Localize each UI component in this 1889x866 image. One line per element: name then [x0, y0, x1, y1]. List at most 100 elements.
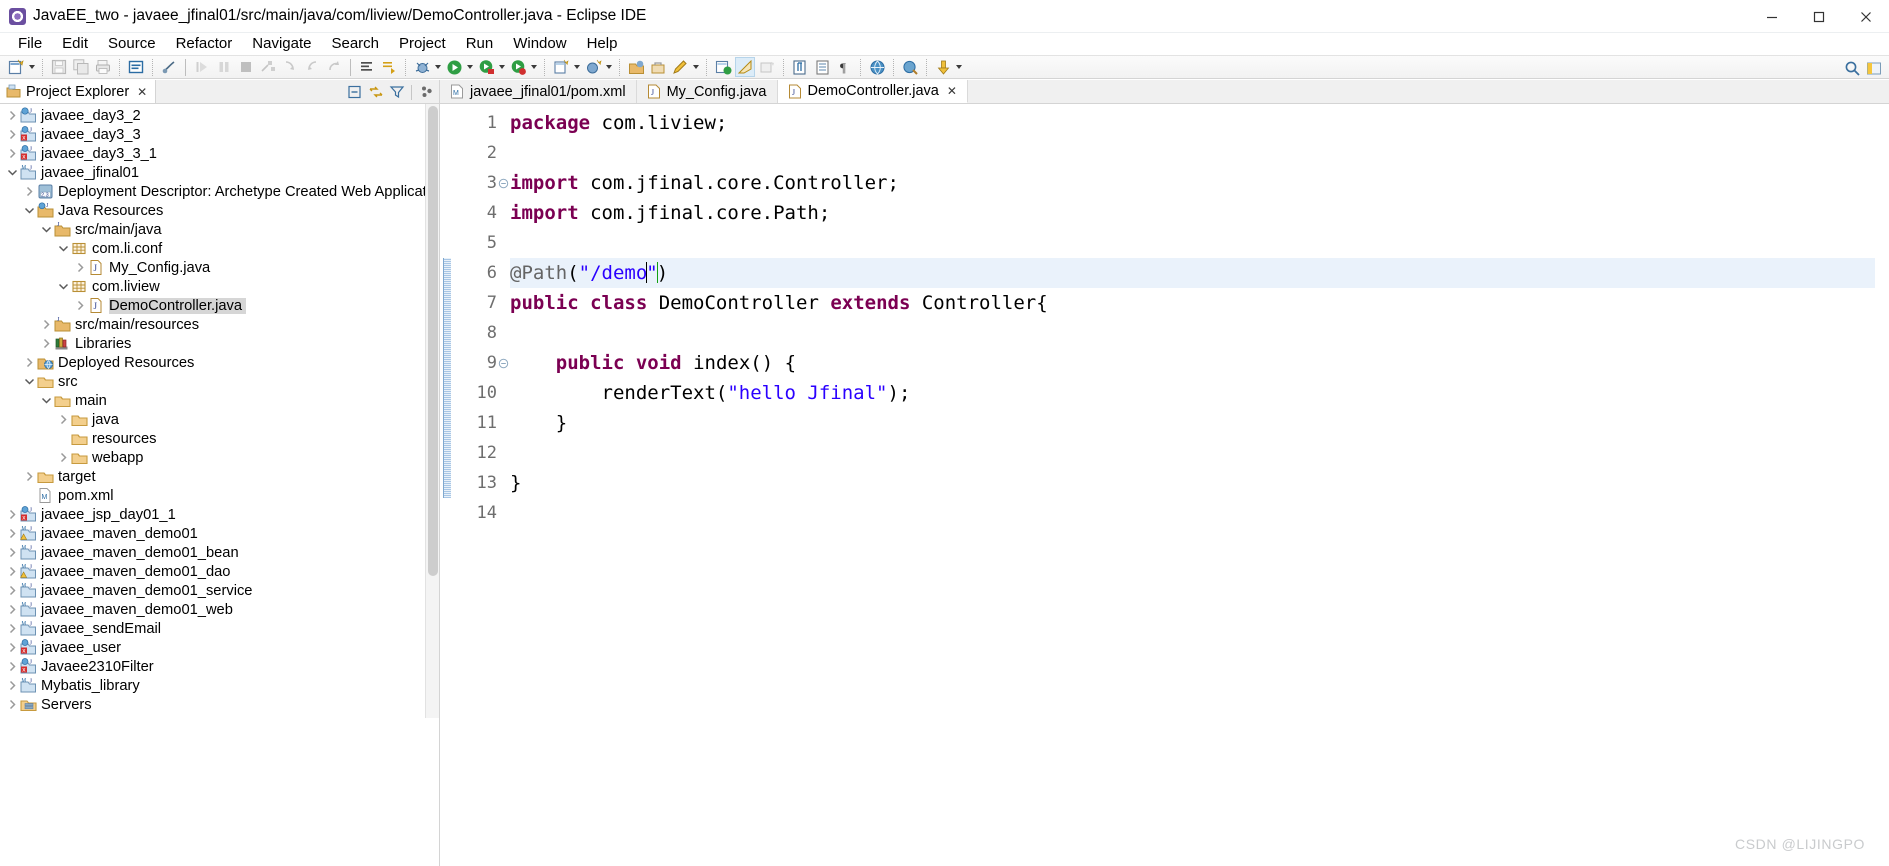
- menu-navigate[interactable]: Navigate: [242, 34, 321, 54]
- tree-item[interactable]: webapp: [0, 448, 439, 467]
- tree-item[interactable]: com.li.conf: [0, 239, 439, 258]
- tree-item[interactable]: Jx javaee_user: [0, 638, 439, 657]
- new-java-class-dropdown-icon[interactable]: [604, 57, 613, 77]
- toggle-mark-occurrences-icon[interactable]: [126, 57, 146, 77]
- chevron-right-icon[interactable]: [4, 562, 20, 581]
- menu-edit[interactable]: Edit: [52, 34, 98, 54]
- collapse-all-icon[interactable]: [345, 83, 364, 102]
- close-icon[interactable]: ✕: [947, 84, 957, 98]
- tree-item[interactable]: J My_Config.java: [0, 258, 439, 277]
- code-line[interactable]: [510, 138, 1889, 168]
- chevron-down-icon[interactable]: [55, 239, 71, 258]
- java-browsing-icon[interactable]: [713, 57, 733, 77]
- code-line[interactable]: package com.liview;: [510, 108, 1889, 138]
- tree-item[interactable]: Mpom.xml: [0, 486, 439, 505]
- debug-dropdown-icon[interactable]: [433, 57, 442, 77]
- code-line[interactable]: }: [510, 468, 1889, 498]
- open-perspective-dim-icon[interactable]: [757, 57, 777, 77]
- coverage-dropdown-icon[interactable]: [529, 57, 538, 77]
- chevron-right-icon[interactable]: [72, 296, 88, 315]
- coverage-icon[interactable]: [508, 57, 528, 77]
- chevron-down-icon[interactable]: [38, 391, 54, 410]
- new-wizard-dropdown-icon[interactable]: [27, 57, 36, 77]
- chevron-right-icon[interactable]: [4, 106, 20, 125]
- tree-item[interactable]: J Java Resources: [0, 201, 439, 220]
- chevron-right-icon[interactable]: [4, 657, 20, 676]
- chevron-right-icon[interactable]: [21, 467, 37, 486]
- tree-item[interactable]: Jsrc/main/resources: [0, 315, 439, 334]
- menu-refactor[interactable]: Refactor: [166, 34, 243, 54]
- chevron-right-icon[interactable]: [21, 353, 37, 372]
- tree-item[interactable]: M Jjavaee_maven_demo01_dao: [0, 562, 439, 581]
- new-java-class-icon[interactable]: [583, 57, 603, 77]
- chevron-right-icon[interactable]: [4, 543, 20, 562]
- tree-item[interactable]: 2.3 Deployment Descriptor: Archetype Crea…: [0, 182, 439, 201]
- menu-project[interactable]: Project: [389, 34, 456, 54]
- chevron-right-icon[interactable]: [38, 315, 54, 334]
- tree-item[interactable]: com.liview: [0, 277, 439, 296]
- tree-item[interactable]: Jx javaee_day3_3_1: [0, 144, 439, 163]
- filter-icon[interactable]: [387, 83, 406, 102]
- chevron-right-icon[interactable]: [72, 258, 88, 277]
- pencil-dropdown-icon[interactable]: [691, 57, 700, 77]
- link-with-editor-icon[interactable]: [159, 57, 179, 77]
- run-icon[interactable]: [444, 57, 464, 77]
- chevron-right-icon[interactable]: [55, 448, 71, 467]
- code-line[interactable]: import com.jfinal.core.Path;: [510, 198, 1889, 228]
- chevron-down-icon[interactable]: [21, 201, 37, 220]
- chevron-right-icon[interactable]: [4, 600, 20, 619]
- chevron-right-icon[interactable]: [4, 695, 20, 714]
- close-icon[interactable]: [1842, 0, 1889, 33]
- minimize-icon[interactable]: [1748, 0, 1795, 33]
- code-line[interactable]: [510, 438, 1889, 468]
- tree-item[interactable]: main: [0, 391, 439, 410]
- code-line[interactable]: public void index() {: [510, 348, 1889, 378]
- tab-project-explorer[interactable]: Project Explorer ✕: [0, 80, 157, 103]
- new-wizard-icon[interactable]: [6, 57, 26, 77]
- chevron-right-icon[interactable]: [55, 410, 71, 429]
- chevron-right-icon[interactable]: [4, 505, 20, 524]
- save-all-icon[interactable]: [71, 57, 91, 77]
- search-icon[interactable]: [1842, 58, 1862, 78]
- download-icon[interactable]: [933, 57, 953, 77]
- chevron-right-icon[interactable]: [4, 676, 20, 695]
- link-with-editor-icon[interactable]: [366, 83, 385, 102]
- chevron-right-icon[interactable]: [4, 524, 20, 543]
- tab-pom-xml[interactable]: M javaee_jfinal01/pom.xml: [440, 80, 637, 103]
- last-edit-location-icon[interactable]: [357, 57, 377, 77]
- close-icon[interactable]: ✕: [137, 85, 147, 99]
- code-line[interactable]: public class DemoController extends Cont…: [510, 288, 1889, 318]
- tree-item[interactable]: M Jjavaee_maven_demo01_web: [0, 600, 439, 619]
- maximize-icon[interactable]: [1795, 0, 1842, 33]
- tree-item[interactable]: Servers: [0, 695, 439, 714]
- run-as-icon[interactable]: [476, 57, 496, 77]
- chevron-down-icon[interactable]: [21, 372, 37, 391]
- tree-item[interactable]: resources: [0, 429, 439, 448]
- print-icon[interactable]: [93, 57, 113, 77]
- code-line[interactable]: import com.jfinal.core.Controller;: [510, 168, 1889, 198]
- menu-search[interactable]: Search: [321, 34, 389, 54]
- chevron-right-icon[interactable]: [21, 182, 37, 201]
- open-type-icon[interactable]: [626, 57, 646, 77]
- tree-item[interactable]: M Jjavaee_maven_demo01: [0, 524, 439, 543]
- chevron-down-icon[interactable]: [55, 277, 71, 296]
- list-lines-icon[interactable]: [812, 57, 832, 77]
- menu-window[interactable]: Window: [503, 34, 576, 54]
- menu-source[interactable]: Source: [98, 34, 166, 54]
- tree-item[interactable]: target: [0, 467, 439, 486]
- debug-icon[interactable]: [412, 57, 432, 77]
- menu-help[interactable]: Help: [577, 34, 628, 54]
- view-menu-icon[interactable]: [417, 83, 436, 102]
- next-annotation-icon[interactable]: [379, 57, 399, 77]
- tree-item[interactable]: M Jjavaee_maven_demo01_service: [0, 581, 439, 600]
- menu-run[interactable]: Run: [456, 34, 504, 54]
- open-web-perspective-icon[interactable]: [900, 57, 920, 77]
- code-line[interactable]: renderText("hello Jfinal");: [510, 378, 1889, 408]
- code-line[interactable]: [510, 498, 1889, 528]
- chevron-down-icon[interactable]: [4, 163, 20, 182]
- chevron-right-icon[interactable]: [4, 638, 20, 657]
- tab-democontroller-java[interactable]: J DemoController.java ✕: [777, 80, 968, 103]
- pilcrow-block-icon[interactable]: [790, 57, 810, 77]
- code-line[interactable]: [510, 228, 1889, 258]
- tree-item[interactable]: src: [0, 372, 439, 391]
